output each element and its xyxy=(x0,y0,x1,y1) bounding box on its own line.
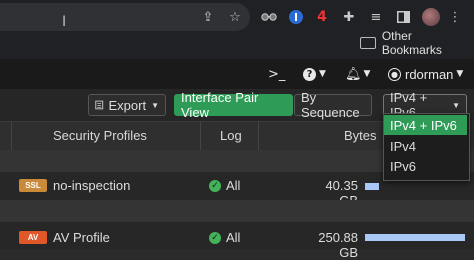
option-ipv4[interactable]: IPv4 xyxy=(384,136,467,156)
bytes-bar xyxy=(365,183,379,190)
ssl-profile-tag: SSL xyxy=(19,179,47,192)
bytes-bar xyxy=(365,234,465,241)
export-icon xyxy=(95,100,104,110)
profile-name[interactable]: AV Profile xyxy=(53,230,110,245)
profile-avatar[interactable] xyxy=(422,8,440,26)
bytes-value: 250.88 GB xyxy=(318,230,358,260)
extensions-puzzle-icon[interactable]: ✚ xyxy=(340,8,358,26)
column-divider xyxy=(200,121,201,150)
profile-name[interactable]: no-inspection xyxy=(53,178,130,193)
option-ipv6[interactable]: IPv6 xyxy=(384,156,467,176)
chevron-down-icon: ▼ xyxy=(151,100,159,110)
log-check-icon: ✓ xyxy=(209,180,221,192)
section-header-row[interactable] xyxy=(0,200,474,222)
help-menu[interactable]: ? ▼ xyxy=(303,64,326,84)
log-value: All xyxy=(226,178,241,193)
export-label: Export xyxy=(108,97,147,113)
interface-pair-view-button[interactable]: Interface Pair View xyxy=(174,90,293,120)
other-bookmarks[interactable]: Other Bookmarks xyxy=(360,29,474,57)
column-divider xyxy=(258,121,259,150)
log-check-icon: ✓ xyxy=(209,232,221,244)
bookmark-star-icon[interactable]: ☆ xyxy=(226,8,244,26)
user-menu[interactable]: ● rdorman ▼ xyxy=(388,64,463,84)
reading-list-icon[interactable]: ≡ xyxy=(367,8,385,26)
column-header-security-profiles[interactable]: Security Profiles xyxy=(53,128,147,143)
password-manager-icon[interactable] xyxy=(287,8,305,26)
other-bookmarks-label: Other Bookmarks xyxy=(381,29,442,57)
extension-spy-icon[interactable] xyxy=(260,8,278,26)
chevron-down-icon: ▼ xyxy=(319,69,326,79)
bell-icon: 🔔︎ xyxy=(345,66,362,82)
text-cursor-icon: I xyxy=(62,14,67,30)
log-value: All xyxy=(226,230,241,245)
by-sequence-button[interactable]: By Sequence xyxy=(294,90,372,120)
help-icon: ? xyxy=(303,67,316,81)
column-divider xyxy=(11,121,12,150)
chevron-down-icon: ▼ xyxy=(456,69,464,79)
chevron-down-icon: ▼ xyxy=(363,69,371,79)
folder-icon xyxy=(360,37,376,49)
browser-menu-icon[interactable]: ⋮ xyxy=(446,8,464,26)
share-icon[interactable]: ⇪ xyxy=(199,8,217,26)
chevron-down-icon: ▼ xyxy=(452,100,460,110)
notifications-menu[interactable]: 🔔︎ ▼ xyxy=(345,64,370,84)
side-panel-icon[interactable] xyxy=(394,8,412,26)
cli-console-icon[interactable]: >_ xyxy=(268,64,285,84)
option-ipv4-ipv6[interactable]: IPv4 + IPv6 xyxy=(384,115,467,135)
username-label: rdorman xyxy=(405,66,454,82)
av-profile-tag: AV xyxy=(19,231,47,244)
column-header-bytes[interactable]: Bytes xyxy=(344,128,377,143)
user-icon: ● xyxy=(388,67,401,81)
column-header-log[interactable]: Log xyxy=(220,128,242,143)
export-button[interactable]: Export ▼ xyxy=(88,94,166,116)
extension-badge-count[interactable]: 4 xyxy=(313,8,331,26)
